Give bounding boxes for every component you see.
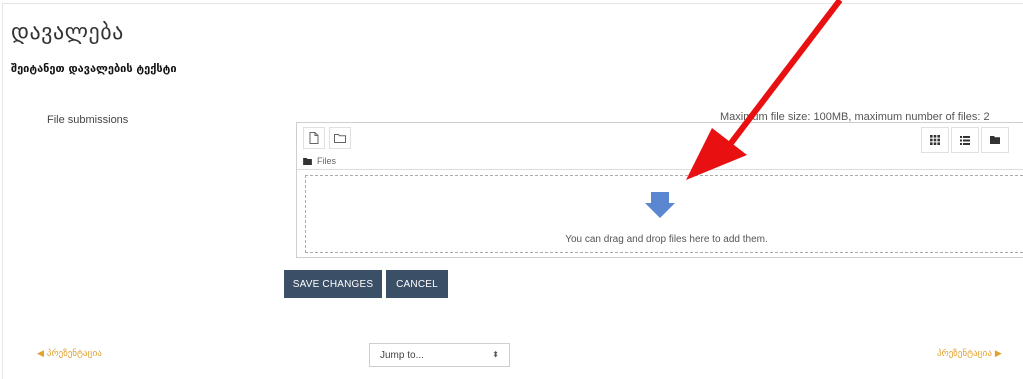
dropzone-text: You can drag and drop files here to add …: [565, 234, 768, 245]
cancel-button[interactable]: CANCEL: [386, 270, 448, 298]
file-picker-divider: [297, 169, 1023, 170]
file-path-breadcrumb: Files: [303, 156, 336, 166]
grid-view-icon[interactable]: [921, 127, 949, 153]
list-view-icon[interactable]: [951, 127, 979, 153]
add-file-icon[interactable]: [303, 127, 325, 149]
previous-activity-label: პრეზენტაცია: [46, 349, 102, 359]
previous-activity-link[interactable]: ◀ პრეზენტაცია: [37, 349, 102, 359]
file-picker: Files You can drag and drop files here t…: [296, 122, 1023, 258]
page-title: დავალება: [11, 20, 124, 45]
folder-view-icon[interactable]: [981, 127, 1009, 153]
file-dropzone[interactable]: You can drag and drop files here to add …: [305, 175, 1023, 253]
files-path-label: Files: [317, 156, 337, 166]
create-folder-icon[interactable]: [329, 127, 351, 149]
file-submissions-label: File submissions: [47, 114, 129, 126]
jump-to-label: Jump to...: [380, 349, 424, 361]
assignment-text-subtitle: შეიტანეთ დავალების ტექსტი: [11, 62, 177, 75]
drop-arrow-icon: [645, 192, 675, 218]
left-arrow-icon: ◀: [37, 349, 44, 359]
next-activity-label: პრეზენტაცია: [937, 349, 992, 359]
save-changes-button[interactable]: SAVE CHANGES: [284, 270, 382, 298]
select-caret-icon: ⬍: [492, 350, 499, 359]
right-arrow-icon: ▶: [994, 349, 1002, 359]
jump-to-select[interactable]: Jump to... ⬍: [369, 343, 510, 367]
next-activity-link[interactable]: პრეზენტაცია ▶: [937, 349, 1002, 359]
folder-icon: [303, 157, 312, 165]
